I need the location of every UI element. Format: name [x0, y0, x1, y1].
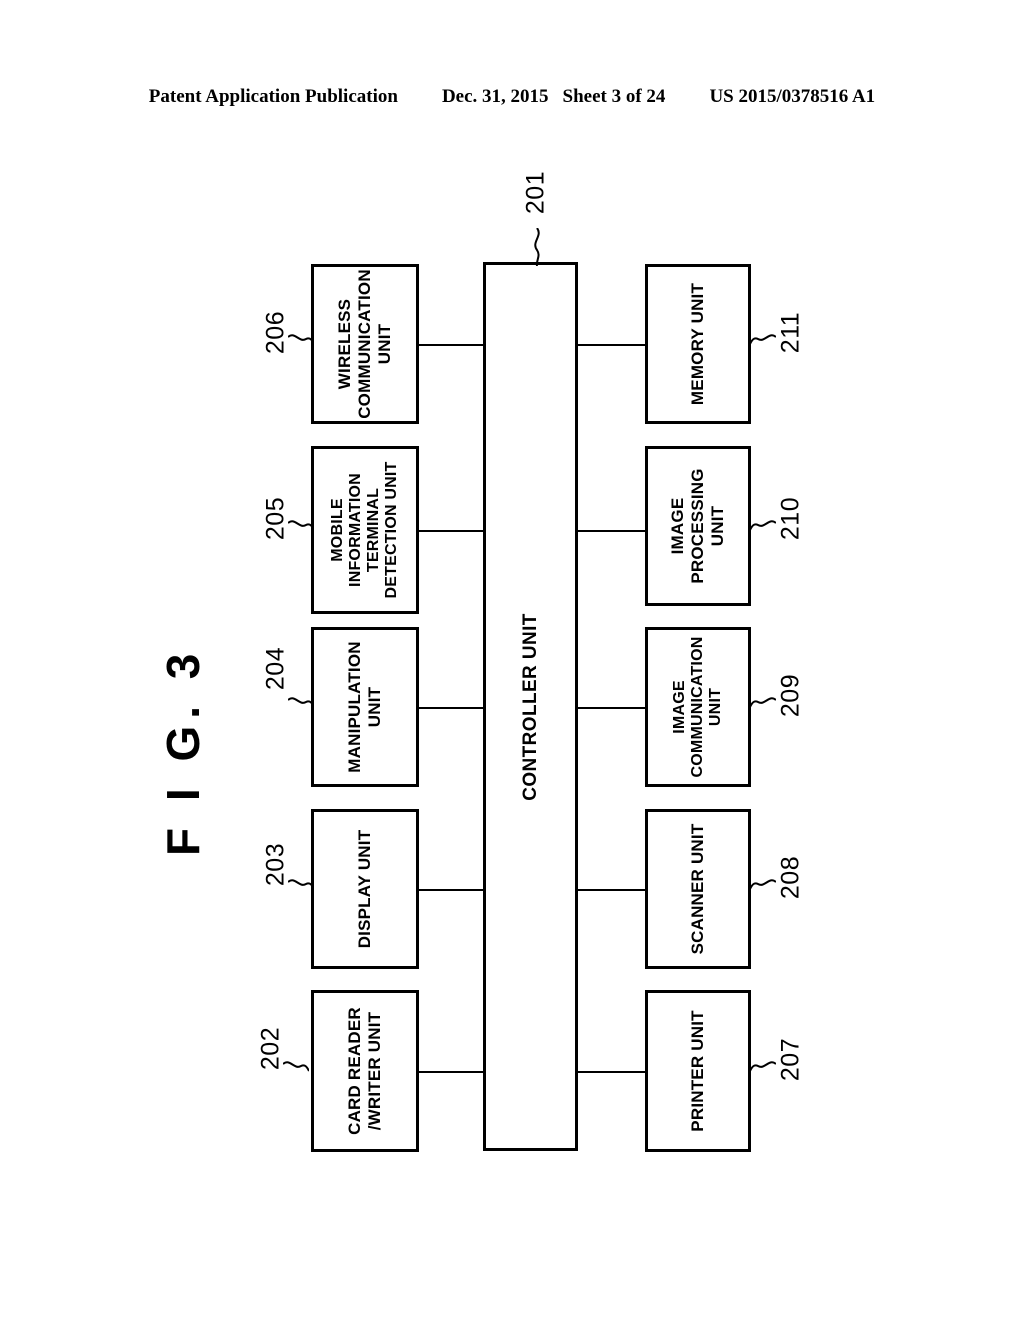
leader-line-205	[288, 520, 314, 531]
block-manipulation-unit: MANIPULATION UNIT	[311, 627, 419, 787]
connector-203	[418, 889, 485, 891]
block-label-printer-unit: PRINTER UNIT	[688, 1010, 707, 1132]
ref-numeral-207: 207	[776, 1037, 805, 1082]
block-image-communication-unit: IMAGE COMMUNICATION UNIT	[645, 627, 751, 787]
connector-211	[576, 344, 646, 346]
leader-line-202	[283, 1061, 309, 1072]
block-memory-unit: MEMORY UNIT	[645, 264, 751, 424]
leader-line-204	[288, 697, 314, 708]
block-card-reader-writer-unit: CARD READER /WRITER UNIT	[311, 990, 419, 1152]
block-controller-unit: CONTROLLER UNIT	[483, 262, 578, 1151]
block-label-controller-unit: CONTROLLER UNIT	[519, 612, 541, 801]
connector-209	[576, 707, 646, 709]
connector-208	[576, 889, 646, 891]
block-display-unit: DISPLAY UNIT	[311, 809, 419, 969]
connector-210	[576, 530, 646, 532]
ref-numeral-208: 208	[776, 855, 805, 900]
block-label-display-unit: DISPLAY UNIT	[355, 829, 374, 949]
block-label-mobile-information-terminal-detection-unit: MOBILE INFORMATION TERMINAL DETECTION UN…	[329, 461, 400, 599]
block-scanner-unit: SCANNER UNIT	[645, 809, 751, 969]
connector-207	[576, 1071, 646, 1073]
ref-numeral-205: 205	[261, 496, 290, 541]
block-wireless-communication-unit: WIRELESS COMMUNICATION UNIT	[311, 264, 419, 424]
block-label-image-processing-unit: IMAGE PROCESSING UNIT	[668, 468, 727, 584]
block-label-image-communication-unit: IMAGE COMMUNICATION UNIT	[671, 636, 724, 778]
block-label-scanner-unit: SCANNER UNIT	[688, 823, 707, 955]
ref-numeral-203: 203	[261, 842, 290, 887]
connector-202	[418, 1071, 485, 1073]
block-printer-unit: PRINTER UNIT	[645, 990, 751, 1152]
ref-numeral-206: 206	[261, 310, 290, 355]
block-label-wireless-communication-unit: WIRELESS COMMUNICATION UNIT	[335, 269, 394, 419]
ref-numeral-204: 204	[261, 646, 290, 691]
leader-line-203	[288, 879, 314, 890]
block-mobile-information-terminal-detection-unit: MOBILE INFORMATION TERMINAL DETECTION UN…	[311, 446, 419, 614]
ref-numeral-210: 210	[776, 496, 805, 541]
leader-line-209	[750, 697, 776, 708]
leader-line-208	[750, 879, 776, 890]
leader-line-206	[288, 334, 314, 345]
leader-line-211	[750, 334, 776, 345]
ref-numeral-202: 202	[256, 1026, 285, 1071]
leader-line-201	[534, 228, 540, 266]
block-label-manipulation-unit: MANIPULATION UNIT	[345, 641, 384, 773]
connector-204	[418, 707, 485, 709]
ref-numeral-201: 201	[521, 170, 550, 215]
leader-line-210	[750, 520, 776, 531]
block-label-card-reader-writer-unit: CARD READER /WRITER UNIT	[345, 1007, 384, 1135]
block-diagram: CONTROLLER UNIT 201 WIRELESS COMMUNICATI…	[0, 0, 1024, 1320]
leader-line-207	[750, 1061, 776, 1072]
connector-206	[418, 344, 485, 346]
block-image-processing-unit: IMAGE PROCESSING UNIT	[645, 446, 751, 606]
ref-numeral-211: 211	[776, 311, 805, 354]
connector-205	[418, 530, 485, 532]
block-label-memory-unit: MEMORY UNIT	[688, 282, 707, 406]
ref-numeral-209: 209	[776, 673, 805, 718]
